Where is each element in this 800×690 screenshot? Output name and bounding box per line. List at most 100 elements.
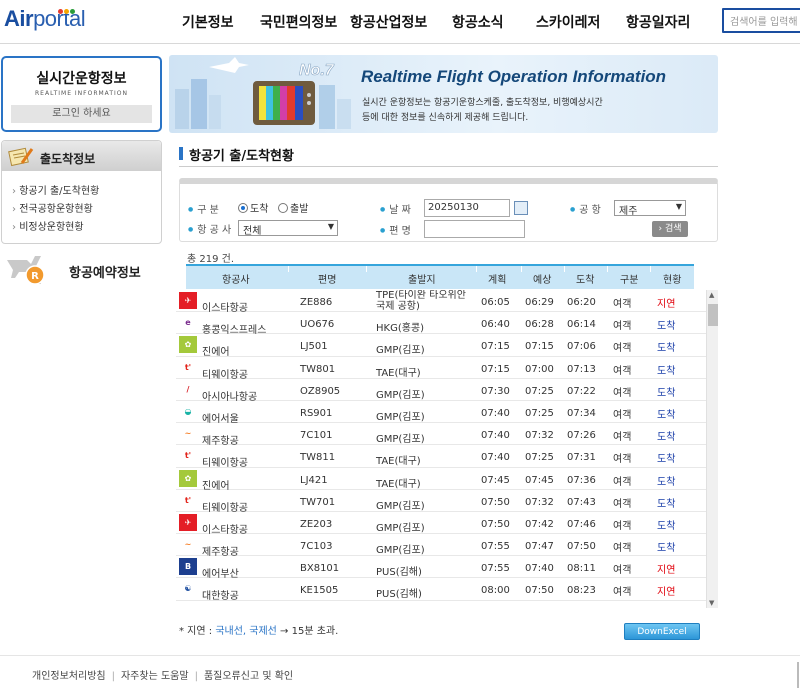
download-excel-button[interactable]: DownExcel xyxy=(624,623,700,640)
chevron-down-icon: ▼ xyxy=(327,222,334,231)
realtime-banner: No.7 Realtime Flight Operation Informati… xyxy=(169,55,718,133)
jejuair-logo-icon: ~ xyxy=(179,536,197,554)
scroll-down-icon[interactable]: ▼ xyxy=(709,599,714,607)
total-count: 총 219 건. xyxy=(187,254,235,265)
status-badge: 지연 xyxy=(657,587,676,599)
th-flight: 편명 xyxy=(318,275,337,286)
status-badge: 도착 xyxy=(657,520,676,532)
expected-time: 06:29 xyxy=(525,297,554,308)
footer-help-link[interactable]: 자주찾는 도움말 xyxy=(121,671,189,682)
flight-label: 편 명 xyxy=(380,222,411,237)
nav-skyleisure[interactable]: 스카이레저 xyxy=(536,12,600,32)
table-row: ✈ 이스타항공 ZE886 TPE(타이완 타오위안 국제 공항) 06:05 06:29… xyxy=(176,290,706,314)
logo-dots-icon xyxy=(58,4,76,17)
flight-type: 여객 xyxy=(613,454,632,466)
footer-privacy-link[interactable]: 개인정보처리방침 xyxy=(32,671,106,682)
search-input[interactable]: 검색어를 입력해 xyxy=(722,8,800,33)
eastar-logo-icon: ✈ xyxy=(179,292,197,309)
scroll-thumb[interactable] xyxy=(708,304,718,326)
jinair-logo-icon: ✿ xyxy=(179,336,197,354)
departure-airport: GMP(김포) xyxy=(376,500,425,512)
arrival-time: 07:31 xyxy=(567,452,596,464)
status-badge: 도착 xyxy=(657,476,676,488)
reservation-info-link[interactable]: R 항공예약정보 xyxy=(1,252,162,290)
airline-select[interactable]: 전체 ▼ xyxy=(238,220,338,237)
city-tv-illustration-icon: No.7 xyxy=(175,57,351,129)
flight-number: LJ421 xyxy=(300,474,328,486)
arrival-time: 07:50 xyxy=(567,541,596,553)
flight-type: 여객 xyxy=(613,387,632,399)
arrival-time: 07:36 xyxy=(567,474,596,486)
departure-airport: TAE(대구) xyxy=(376,478,421,490)
hkexpress-logo-icon: e xyxy=(179,314,197,332)
expected-time: 07:00 xyxy=(525,363,554,375)
expected-time: 06:28 xyxy=(525,319,554,331)
title-divider xyxy=(179,166,718,167)
planned-time: 07:50 xyxy=(481,518,510,530)
radio-departure[interactable]: 출발 xyxy=(278,200,308,215)
planned-time: 08:00 xyxy=(481,585,510,597)
airport-label: 공 항 xyxy=(570,201,601,216)
nav-industry[interactable]: 항공산업정보 xyxy=(350,12,427,32)
page-title: 항공기 출/도착현황 xyxy=(179,145,294,164)
expected-time: 07:50 xyxy=(525,585,554,597)
flight-type: 여객 xyxy=(613,299,632,310)
flight-number: UO676 xyxy=(300,319,335,331)
table-row: ☯ 대한항공 KE1505 PUS(김해) 08:00 07:50 08:23 여객 지연 xyxy=(176,578,706,602)
svg-text:No.7: No.7 xyxy=(299,62,335,79)
logo-main: Air xyxy=(4,6,34,31)
flight-type: 여객 xyxy=(613,365,632,377)
airport-select[interactable]: 제주 ▼ xyxy=(614,200,686,217)
table-row: t' 티웨이항공 TW811 TAE(대구) 07:40 07:25 07:31 여객 도착 xyxy=(176,445,706,469)
realtime-subtitle: REALTIME INFORMATION xyxy=(35,90,128,97)
reservation-info-title: 항공예약정보 xyxy=(69,266,141,281)
reservation-icon: R xyxy=(7,256,45,285)
nav-jobs[interactable]: 항공일자리 xyxy=(626,12,690,32)
menu-flight-status[interactable]: 항공기 출/도착현황 xyxy=(12,182,99,200)
menu-airport-status[interactable]: 전국공항운항현황 xyxy=(12,200,99,218)
menu-irregular-status[interactable]: 비정상운항현황 xyxy=(12,218,99,236)
scroll-up-icon[interactable]: ▲ xyxy=(709,291,714,299)
jinair-logo-icon: ✿ xyxy=(179,469,197,487)
expected-time: 07:32 xyxy=(525,430,554,442)
expected-time: 07:25 xyxy=(525,385,554,397)
arrival-time: 07:13 xyxy=(567,363,596,375)
departure-airport: GMP(김포) xyxy=(376,345,425,357)
departure-airport: TAE(대구) xyxy=(376,456,421,468)
date-label: 날 짜 xyxy=(380,201,411,216)
th-expected: 예상 xyxy=(533,275,552,286)
airportal-logo[interactable]: Airportal xyxy=(4,4,86,38)
flight-number: LJ501 xyxy=(300,341,328,353)
nav-news[interactable]: 항공소식 xyxy=(452,12,504,32)
status-badge: 도착 xyxy=(657,498,676,510)
flight-input[interactable] xyxy=(424,220,525,238)
search-button[interactable]: › 검색 xyxy=(652,221,688,237)
realtime-info-box: 실시간운항정보 REALTIME INFORMATION 로그인 하세요 xyxy=(1,56,162,132)
radio-arrival[interactable]: 도착 xyxy=(238,200,268,215)
table-scrollbar[interactable]: ▲ ▼ xyxy=(706,290,718,608)
planned-time: 07:30 xyxy=(481,385,510,397)
footer-report-link[interactable]: 품질오류신고 및 확인 xyxy=(204,671,293,682)
nav-basic-info[interactable]: 기본정보 xyxy=(182,12,234,32)
flight-number: RS901 xyxy=(300,407,333,419)
date-input[interactable]: 20250130 xyxy=(424,199,510,217)
airbusan-logo-icon: B xyxy=(179,558,197,576)
th-status: 현황 xyxy=(663,275,682,286)
koreanair-logo-icon: ☯ xyxy=(179,580,197,598)
login-button[interactable]: 로그인 하세요 xyxy=(11,105,152,123)
radio-checked-icon xyxy=(238,203,248,213)
nav-convenience[interactable]: 국민편의정보 xyxy=(260,12,337,32)
table-row: t' 티웨이항공 TW801 TAE(대구) 07:15 07:00 07:13 여객 도착 xyxy=(176,357,706,381)
status-badge: 도착 xyxy=(657,321,676,333)
notepad-pencil-icon xyxy=(8,147,34,167)
banner-text-2: 등에 대한 정보를 신속하게 제공해 드립니다. xyxy=(362,113,529,123)
flight-table: ✈ 이스타항공 ZE886 TPE(타이완 타오위안 국제 공항) 06:05 06:29… xyxy=(176,290,706,608)
delay-note: * 지연 : 국내선, 국제선 → 15분 초과. xyxy=(179,626,339,637)
table-row: ◒ 에어서울 RS901 GMP(김포) 07:40 07:25 07:34 여객 도착 xyxy=(176,401,706,425)
calendar-icon[interactable] xyxy=(514,201,528,215)
flight-type: 여객 xyxy=(613,321,632,333)
arrival-time: 07:06 xyxy=(567,341,596,353)
radio-unchecked-icon xyxy=(278,203,288,213)
airline-label: 항 공 사 xyxy=(188,221,231,236)
chevron-down-icon: ▼ xyxy=(675,202,682,211)
